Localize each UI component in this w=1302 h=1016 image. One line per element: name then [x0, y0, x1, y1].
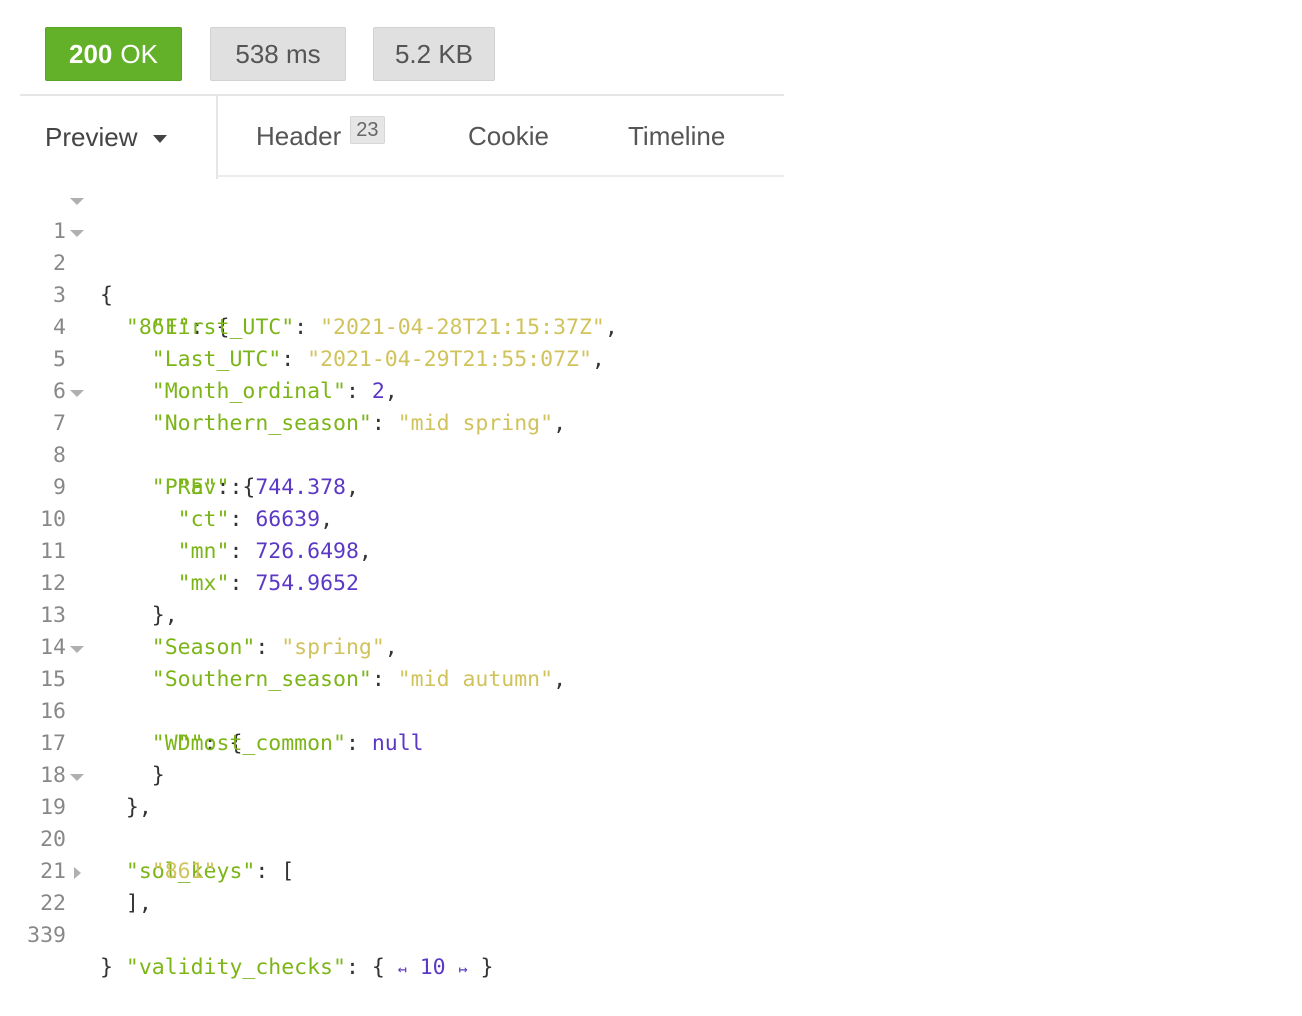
code-line: 4 "Last_UTC": "2021-04-29T21:55:07Z",	[0, 280, 1302, 372]
status-code: 200	[69, 38, 113, 69]
code-line: 339 }	[0, 888, 1302, 980]
code-line: 6 "Northern_season": "mid spring",	[0, 344, 1302, 436]
code-line: 12 },	[0, 536, 1302, 628]
code-line: 21 ],	[0, 824, 1302, 916]
tab-header[interactable]: Header 23	[256, 96, 385, 177]
code-line: 3 "First_UTC": "2021-04-28T21:15:37Z",	[0, 248, 1302, 340]
code-line: 1 {	[0, 184, 1302, 308]
tab-cookie[interactable]: Cookie	[468, 96, 549, 177]
response-size-badge: 5.2 KB	[373, 27, 495, 81]
code-line: 19 "sol_keys": [	[0, 760, 1302, 884]
tab-header-label: Header	[256, 121, 342, 151]
tab-preview[interactable]: Preview	[20, 96, 218, 179]
status-text: OK	[120, 38, 158, 69]
response-time-badge: 538 ms	[210, 27, 346, 81]
collapsed-right-arrow-icon[interactable]: ↦	[459, 960, 468, 978]
code-line: 11 "mx": 754.9652	[0, 504, 1302, 596]
code-line: 17 }	[0, 696, 1302, 788]
code-line: 13 "Season": "spring",	[0, 568, 1302, 660]
code-line: 14 "Southern_season": "mid autumn",	[0, 600, 1302, 692]
line-number: 339	[27, 923, 66, 948]
code-line: 2 "861": {	[0, 216, 1302, 340]
code-line: 7 "PRE": {	[0, 376, 1302, 500]
code-line: 22 "validity_checks": { ↤ 10 ↦ }	[0, 856, 1302, 980]
status-code-badge: 200 OK	[45, 27, 182, 81]
chevron-down-icon	[153, 134, 168, 143]
json-key: "validity_checks"	[125, 955, 346, 980]
code-line: 8 "av": 744.378,	[0, 408, 1302, 500]
tab-preview-label: Preview	[45, 122, 138, 152]
collapsed-count[interactable]: 10	[420, 955, 446, 980]
json-preview[interactable]: 1 { 2 "861": { 3 "First_UTC": "2021-04-2…	[0, 184, 1302, 980]
tab-timeline[interactable]: Timeline	[628, 96, 725, 177]
code-line: 10 "mn": 726.6498,	[0, 472, 1302, 564]
code-line: 20 "861"	[0, 792, 1302, 884]
response-status-bar: 200 OK 538 ms 5.2 KB	[0, 0, 1302, 90]
code-line: 9 "ct": 66639,	[0, 440, 1302, 532]
header-count-badge: 23	[350, 115, 385, 144]
collapsed-left-arrow-icon[interactable]: ↤	[398, 960, 407, 978]
code-line: 18 },	[0, 728, 1302, 820]
response-tabs: Preview Header 23 Cookie Timeline	[20, 94, 784, 179]
code-line: 5 "Month_ordinal": 2,	[0, 312, 1302, 404]
code-line: 16 "most_common": null	[0, 664, 1302, 756]
code-line: 15 "WD": {	[0, 632, 1302, 756]
